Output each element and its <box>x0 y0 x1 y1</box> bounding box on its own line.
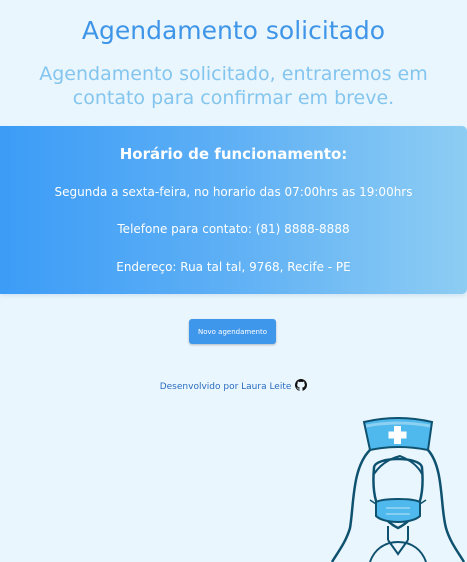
business-hours-heading: Horário de funcionamento: <box>119 145 348 163</box>
new-appointment-button[interactable]: Novo agendamento <box>189 319 276 344</box>
footer: Desenvolvido por Laura Leite <box>0 379 467 394</box>
page-title: Agendamento solicitado <box>81 16 386 45</box>
business-hours-card: Horário de funcionamento: Segunda a sext… <box>0 126 467 294</box>
address-text: Endereço: Rua tal tal, 9768, Recife - PE <box>116 260 351 274</box>
nurse-illustration <box>330 417 466 562</box>
developer-link[interactable]: Desenvolvido por Laura Leite <box>159 379 308 392</box>
developer-credit: Desenvolvido por Laura Leite <box>159 382 292 392</box>
github-icon <box>295 379 308 391</box>
contact-phone-text: Telefone para contato: (81) 8888-8888 <box>117 222 350 236</box>
business-hours-text: Segunda a sexta-feira, no horario das 07… <box>54 185 413 199</box>
page-subtitle: Agendamento solicitado, entraremos em co… <box>39 63 428 109</box>
